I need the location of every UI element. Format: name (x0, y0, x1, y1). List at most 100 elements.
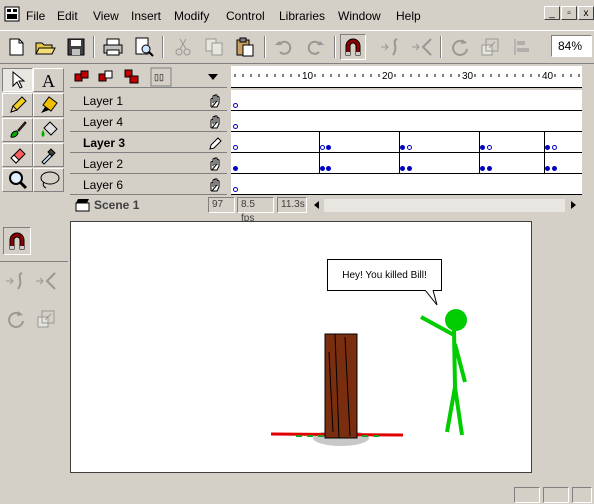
pencil-tool[interactable] (2, 93, 33, 117)
straighten-icon[interactable] (32, 267, 60, 295)
scene-name[interactable]: Scene 1 (94, 198, 139, 212)
snap-magnet-icon[interactable] (3, 227, 31, 255)
layer-row-6[interactable]: Layer 6 (70, 174, 227, 195)
menu-help[interactable]: Help (396, 9, 421, 23)
lasso-tool[interactable] (33, 168, 64, 192)
keyframe (400, 145, 405, 150)
frames-row-3[interactable] (231, 132, 582, 153)
menu-control[interactable]: Control (226, 9, 265, 23)
timeline-hscroll-track[interactable] (324, 199, 565, 212)
undo-icon[interactable] (271, 34, 297, 60)
layer-name: Layer 2 (83, 157, 124, 171)
copy-icon[interactable] (201, 34, 227, 60)
layer-row-3-active[interactable]: Layer 3 (70, 132, 227, 153)
frames-row-6[interactable] (231, 174, 582, 195)
layer-name: Layer 6 (83, 178, 124, 192)
keyframe (407, 145, 412, 150)
keyframe (326, 166, 331, 171)
brush-tool[interactable] (2, 118, 33, 142)
menu-bar: File Edit View Insert Modify Control Lib… (0, 0, 594, 30)
status-pane (572, 487, 592, 503)
keyframe (400, 166, 405, 171)
scale-icon[interactable] (32, 305, 60, 333)
tool-options-panel (0, 221, 68, 504)
onion-skin-icon[interactable]: ▯▯ (150, 67, 172, 87)
scroll-right-icon[interactable] (568, 199, 578, 211)
keyframe-divider (479, 153, 480, 173)
app-icon[interactable] (4, 6, 20, 22)
scroll-left-icon[interactable] (312, 199, 322, 211)
tree-stump (324, 333, 358, 439)
frames-row-1[interactable] (231, 90, 582, 111)
timeline-panel: ▯▯ 10 20 30 40 Layer 1 Layer 4 Layer 3 L… (70, 66, 582, 224)
show-all-layers-icon[interactable] (74, 69, 90, 85)
stage-canvas[interactable]: Hey! You killed Bill! (70, 221, 532, 473)
zoom-field[interactable]: 84% (551, 35, 592, 57)
cut-icon[interactable] (170, 34, 196, 60)
keyframe-divider (479, 132, 480, 152)
menu-modify[interactable]: Modify (174, 9, 209, 23)
svg-text:▯▯: ▯▯ (154, 72, 164, 82)
frames-row-2[interactable] (231, 153, 582, 174)
status-bar (0, 484, 594, 504)
lock-all-layers-icon[interactable] (98, 69, 114, 85)
menu-file[interactable]: File (26, 9, 45, 23)
frame-rate: 8.5 fps (237, 197, 274, 224)
layer-row-4[interactable]: Layer 4 (70, 111, 227, 132)
snap-magnet-icon[interactable] (340, 34, 366, 60)
open-icon[interactable] (32, 34, 58, 60)
keyframe (480, 166, 485, 171)
menu-libraries[interactable]: Libraries (279, 9, 325, 23)
paint-bucket-tool[interactable] (33, 118, 64, 142)
align-icon[interactable] (509, 34, 535, 60)
keyframe (233, 103, 238, 108)
status-pane (543, 487, 569, 503)
menu-view[interactable]: View (93, 9, 119, 23)
layer-row-2[interactable]: Layer 2 (70, 153, 227, 174)
menu-edit[interactable]: Edit (57, 9, 78, 23)
keyframe (487, 145, 492, 150)
eraser-tool[interactable] (2, 143, 33, 167)
ruler-label: 40 (542, 71, 554, 82)
paste-icon[interactable] (232, 34, 258, 60)
minimize-button[interactable]: _ (544, 6, 560, 20)
layer-menu-chevron-icon[interactable] (207, 72, 219, 82)
ruler-ticks (234, 74, 580, 77)
keyframe (233, 145, 238, 150)
dropper-tool[interactable] (33, 143, 64, 167)
arrow-tool[interactable] (2, 68, 33, 92)
new-icon[interactable] (3, 34, 29, 60)
stick-figure-leg (445, 386, 457, 433)
divider (0, 261, 68, 262)
magnifier-tool[interactable] (2, 168, 33, 192)
stick-figure-head (445, 309, 467, 331)
print-preview-icon[interactable] (131, 34, 157, 60)
layer-name: Layer 3 (83, 136, 126, 150)
redo-icon[interactable] (302, 34, 328, 60)
toolbar-separator (440, 36, 442, 58)
rotate-icon[interactable] (2, 305, 30, 333)
scale-icon[interactable] (477, 34, 503, 60)
close-button[interactable]: x (578, 6, 594, 20)
restore-button[interactable]: ▫ (561, 6, 577, 20)
smooth-icon[interactable] (378, 34, 404, 60)
menu-window[interactable]: Window (338, 9, 381, 23)
frame-ruler[interactable]: 10 20 30 40 (231, 66, 582, 88)
save-icon[interactable] (63, 34, 89, 60)
menu-insert[interactable]: Insert (131, 9, 161, 23)
text-tool[interactable]: A (33, 68, 64, 92)
rotate-icon[interactable] (447, 34, 473, 60)
print-icon[interactable] (100, 34, 126, 60)
stage-vscroll[interactable] (582, 221, 594, 484)
layer-row-1[interactable]: Layer 1 (70, 90, 227, 111)
keyframe (233, 166, 238, 171)
keyframe (233, 124, 238, 129)
smooth-icon[interactable] (2, 267, 30, 295)
frames-row-4[interactable] (231, 111, 582, 132)
ink-bottle-tool[interactable] (33, 93, 64, 117)
outline-all-layers-icon[interactable] (124, 69, 140, 85)
keyframe-divider (544, 153, 545, 173)
pencil-icon (209, 137, 222, 150)
current-frame: 97 (208, 197, 235, 213)
straighten-icon[interactable] (409, 34, 435, 60)
